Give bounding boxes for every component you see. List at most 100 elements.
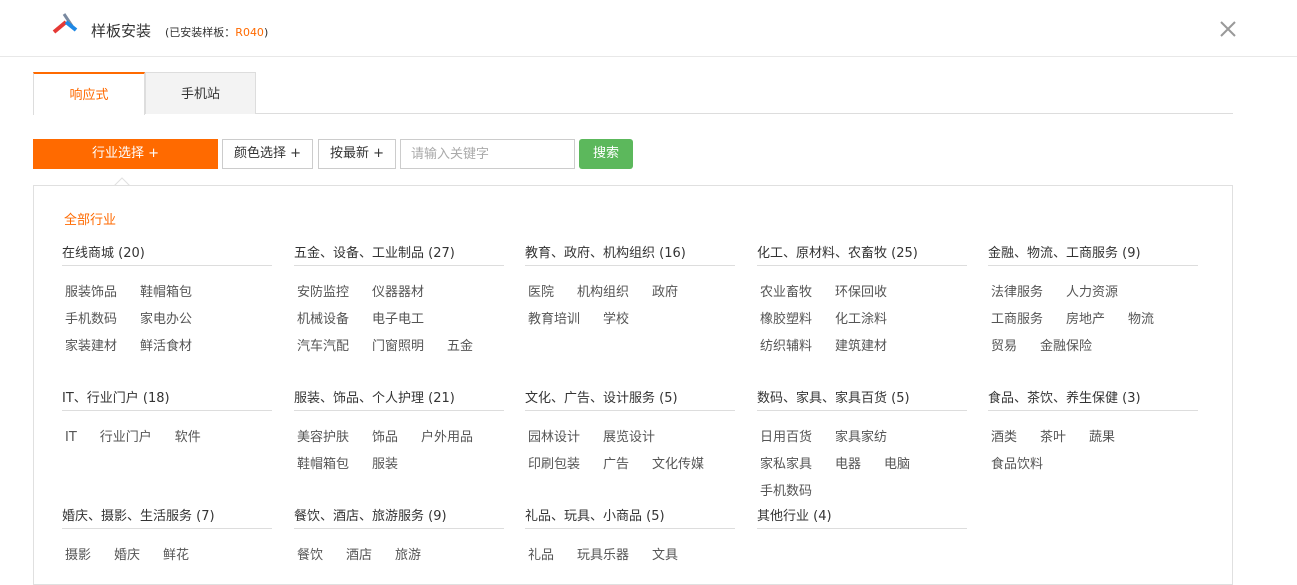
industry-subcategory-link[interactable]: 电子电工 (372, 306, 424, 333)
industry-subcategory-link[interactable]: 鲜活食材 (140, 333, 192, 360)
industry-subcategory-link[interactable]: 仪器器材 (372, 279, 424, 306)
industry-subcategory-link[interactable]: 摄影 (65, 542, 91, 569)
industry-subcategory-link[interactable]: 礼品 (528, 542, 554, 569)
industry-subcategory-link[interactable]: 美容护肤 (297, 424, 349, 451)
industry-category: 数码、家具、家具百货 (5) 日用百货 家具家纺家私家具 电器 电脑手机数码 (757, 387, 967, 505)
industry-subcategory-link[interactable]: 环保回收 (835, 279, 887, 306)
industry-subcategory-link[interactable]: 广告 (603, 451, 629, 478)
industry-category: 文化、广告、设计服务 (5) 园林设计 展览设计印刷包装 广告 文化传媒 (525, 387, 735, 478)
industry-subcategory-link[interactable]: 户外用品 (421, 424, 473, 451)
industry-subcategory-link[interactable]: 手机数码 (760, 478, 812, 505)
industry-subcategory-link[interactable]: 物流 (1128, 306, 1154, 333)
industry-subcategory-link[interactable]: 饰品 (372, 424, 398, 451)
industry-category: 食品、茶饮、养生保健 (3) 酒类 茶叶 蔬果食品饮料 (988, 387, 1198, 478)
industry-category-title[interactable]: IT、行业门户 (18) (62, 387, 272, 411)
industry-subcategory-link[interactable]: 鞋帽箱包 (297, 451, 349, 478)
tab-mobile-site[interactable]: 手机站 (145, 72, 256, 114)
industry-subcategory-link[interactable]: 教育培训 (528, 306, 580, 333)
industry-subcategory-link[interactable]: 橡胶塑料 (760, 306, 812, 333)
industry-subcategory-link[interactable]: IT (65, 424, 77, 451)
industry-subcategory-link[interactable]: 建筑建材 (835, 333, 887, 360)
industry-select-button[interactable]: 行业选择 + (33, 139, 218, 169)
industry-category-title[interactable]: 其他行业 (4) (757, 505, 967, 529)
industry-category-title[interactable]: 化工、原材料、农畜牧 (25) (757, 242, 967, 266)
close-icon[interactable] (1217, 18, 1239, 40)
industry-category: IT、行业门户 (18) IT 行业门户 软件 (62, 387, 272, 451)
industry-subcategory-link[interactable]: 旅游 (395, 542, 421, 569)
industry-subcategory-list: 安防监控 仪器器材机械设备 电子电工汽车汽配 门窗照明 五金 (294, 279, 504, 360)
industry-subcategory-link[interactable]: 机构组织 (577, 279, 629, 306)
industry-subcategory-link[interactable]: 五金 (447, 333, 473, 360)
industry-subcategory-list: IT 行业门户 软件 (62, 424, 272, 451)
industry-subcategory-link[interactable]: 化工涂料 (835, 306, 887, 333)
industry-subcategory-link[interactable]: 纺织辅料 (760, 333, 812, 360)
industry-subcategory-link[interactable]: 日用百货 (760, 424, 812, 451)
industry-subcategory-link[interactable]: 学校 (603, 306, 629, 333)
industry-category: 五金、设备、工业制品 (27) 安防监控 仪器器材机械设备 电子电工汽车汽配 门窗照明五… (294, 242, 504, 360)
industry-subcategory-link[interactable]: 农业畜牧 (760, 279, 812, 306)
industry-category-title[interactable]: 服装、饰品、个人护理 (21) (294, 387, 504, 411)
keyword-search-input[interactable] (400, 139, 575, 169)
industry-subcategory-link[interactable]: 汽车汽配 (297, 333, 349, 360)
industry-category-title[interactable]: 餐饮、酒店、旅游服务 (9) (294, 505, 504, 529)
modal-title: 样板安装 (91, 22, 152, 40)
industry-subcategory-link[interactable]: 园林设计 (528, 424, 580, 451)
industry-category-title[interactable]: 五金、设备、工业制品 (27) (294, 242, 504, 266)
industry-category: 礼品、玩具、小商品 (5) 礼品 玩具乐器 文具 (525, 505, 735, 569)
industry-subcategory-link[interactable]: 印刷包装 (528, 451, 580, 478)
color-select-button[interactable]: 颜色选择 + (222, 139, 313, 169)
industry-subcategory-link[interactable]: 玩具乐器 (577, 542, 629, 569)
industry-subcategory-link[interactable]: 软件 (175, 424, 201, 451)
industry-subcategory-link[interactable]: 茶叶 (1040, 424, 1066, 451)
industry-subcategory-link[interactable]: 贸易 (991, 333, 1017, 360)
industry-subcategory-link[interactable]: 人力资源 (1066, 279, 1118, 306)
industry-subcategory-link[interactable]: 婚庆 (114, 542, 140, 569)
industry-subcategory-link[interactable]: 酒类 (991, 424, 1017, 451)
industry-category-title[interactable]: 礼品、玩具、小商品 (5) (525, 505, 735, 529)
industry-subcategory-link[interactable]: 鞋帽箱包 (140, 279, 192, 306)
industry-subcategory-link[interactable]: 手机数码 (65, 306, 117, 333)
industry-subcategory-link[interactable]: 家装建材 (65, 333, 117, 360)
industry-subcategory-link[interactable]: 法律服务 (991, 279, 1043, 306)
installed-template-info: (已安装样板：R040) (165, 26, 269, 39)
sort-newest-button[interactable]: 按最新 + (318, 139, 396, 169)
industry-subcategory-link[interactable]: 文具 (652, 542, 678, 569)
industry-subcategory-link[interactable]: 电脑 (884, 451, 910, 478)
industry-subcategory-link[interactable]: 工商服务 (991, 306, 1043, 333)
template-type-tabs: 响应式 手机站 (33, 72, 1233, 115)
industry-subcategory-list: 服装饰品 鞋帽箱包手机数码 家电办公家装建材 鲜活食材 (62, 279, 272, 360)
industry-category-title[interactable]: 文化、广告、设计服务 (5) (525, 387, 735, 411)
industry-subcategory-link[interactable]: 展览设计 (603, 424, 655, 451)
industry-subcategory-link[interactable]: 安防监控 (297, 279, 349, 306)
industry-category-title[interactable]: 食品、茶饮、养生保健 (3) (988, 387, 1198, 411)
industry-subcategory-link[interactable]: 家具家纺 (835, 424, 887, 451)
industry-subcategory-link[interactable]: 门窗照明 (372, 333, 424, 360)
industry-subcategory-link[interactable]: 家私家具 (760, 451, 812, 478)
industry-subcategory-link[interactable]: 餐饮 (297, 542, 323, 569)
industry-subcategory-link[interactable]: 食品饮料 (991, 451, 1043, 478)
industry-subcategory-link[interactable]: 酒店 (346, 542, 372, 569)
industry-subcategory-link[interactable]: 家电办公 (140, 306, 192, 333)
industry-category-title[interactable]: 教育、政府、机构组织 (16) (525, 242, 735, 266)
template-install-logo-icon (52, 13, 78, 34)
search-button[interactable]: 搜索 (579, 139, 633, 169)
industry-category-title[interactable]: 婚庆、摄影、生活服务 (7) (62, 505, 272, 529)
industry-subcategory-link[interactable]: 机械设备 (297, 306, 349, 333)
tab-responsive[interactable]: 响应式 (33, 72, 145, 115)
industry-subcategory-link[interactable]: 电器 (835, 451, 861, 478)
industry-subcategory-link[interactable]: 房地产 (1066, 306, 1105, 333)
all-industries-link[interactable]: 全部行业 (64, 209, 116, 228)
industry-subcategory-link[interactable]: 金融保险 (1040, 333, 1092, 360)
industry-subcategory-link[interactable]: 蔬果 (1089, 424, 1115, 451)
industry-category: 在线商城 (20) 服装饰品 鞋帽箱包手机数码 家电办公家装建材 鲜活食材 (62, 242, 272, 360)
industry-subcategory-link[interactable]: 鲜花 (163, 542, 189, 569)
industry-subcategory-link[interactable]: 医院 (528, 279, 554, 306)
industry-subcategory-link[interactable]: 服装 (372, 451, 398, 478)
industry-category-title[interactable]: 数码、家具、家具百货 (5) (757, 387, 967, 411)
industry-subcategory-link[interactable]: 服装饰品 (65, 279, 117, 306)
industry-subcategory-link[interactable]: 文化传媒 (652, 451, 704, 478)
industry-category-title[interactable]: 在线商城 (20) (62, 242, 272, 266)
industry-subcategory-link[interactable]: 行业门户 (100, 424, 152, 451)
industry-category-title[interactable]: 金融、物流、工商服务 (9) (988, 242, 1198, 266)
industry-subcategory-link[interactable]: 政府 (652, 279, 678, 306)
